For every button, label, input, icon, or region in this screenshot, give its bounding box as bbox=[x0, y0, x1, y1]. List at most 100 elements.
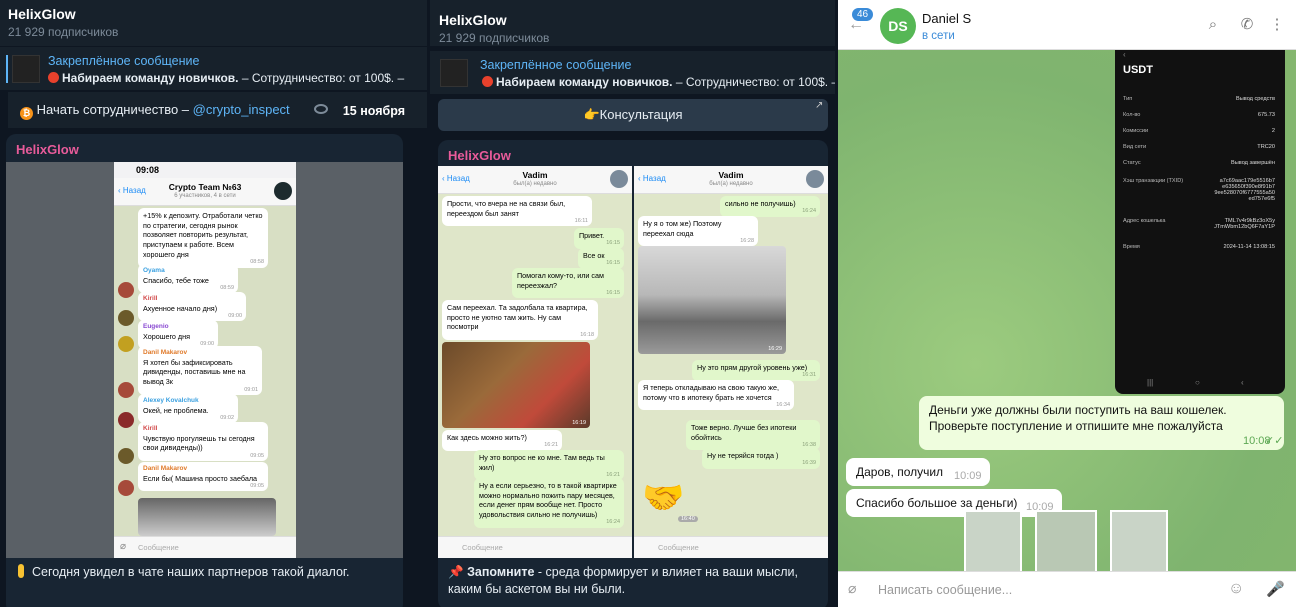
avatar bbox=[118, 448, 134, 464]
cta-link[interactable]: @crypto_inspect bbox=[193, 102, 290, 117]
pinned-text: Набираем команду новичков. – Сотрудничес… bbox=[48, 71, 404, 85]
chat-avatar bbox=[806, 170, 824, 188]
list-item: сильно не получишь) 16:24 bbox=[720, 196, 820, 217]
pinned-text: Набираем команду новичков. – Сотрудничес… bbox=[482, 75, 835, 89]
avatar[interactable]: DS bbox=[880, 8, 916, 44]
contact-name[interactable]: Daniel S bbox=[922, 11, 971, 26]
pinned-title: Закреплённое сообщение bbox=[480, 58, 632, 72]
pinned-title: Закреплённое сообщение bbox=[48, 54, 200, 68]
list-item: Ну а если серьезно, то в такой квартирке… bbox=[474, 478, 624, 528]
avatar bbox=[118, 282, 134, 298]
android-nav: ||| ○ ‹ bbox=[1115, 378, 1285, 388]
post-image[interactable]: 09:08 ‹ Назад Crypto Team №63 6 участник… bbox=[6, 162, 403, 558]
pin-thumbnail bbox=[440, 59, 468, 87]
phone-chat-body: +15% к депозиту. Отработали четко по стр… bbox=[114, 206, 296, 536]
list-item: Помогал кому-то, или сам переезжал? 16:15 bbox=[512, 268, 624, 299]
phone-chat-name: Crypto Team №63 bbox=[168, 182, 242, 192]
avatar bbox=[118, 310, 134, 326]
list-item: Прости, что вчера не на связи был, перее… bbox=[442, 196, 592, 227]
phone-screenshot: 09:08 ‹ Назад Crypto Team №63 6 участник… bbox=[114, 162, 296, 558]
date-pill: 15 ноября bbox=[342, 104, 405, 118]
avatar bbox=[118, 336, 134, 352]
red-circle-icon bbox=[48, 72, 59, 83]
recents-icon: ||| bbox=[1147, 378, 1154, 387]
avatar bbox=[118, 382, 134, 398]
message-incoming: Спасибо большое за деньги) 10:09 bbox=[846, 489, 1062, 517]
pin-thumbnail bbox=[12, 55, 40, 83]
subscriber-count: 21 929 подписчиков bbox=[439, 31, 550, 45]
cta-text: Начать сотрудничество – bbox=[36, 102, 193, 117]
chat-panel: ‹ USDT Тип Вывод средств Кол-во 675.73 Ком… bbox=[838, 0, 1296, 607]
post-caption: 📌 Запомните - среда формирует и влияет н… bbox=[448, 565, 798, 596]
list-item: Danil Makarov Я хотел бы зафиксировать ди… bbox=[138, 346, 262, 395]
more-menu-icon[interactable]: ⋮ bbox=[1268, 16, 1286, 34]
views-icon bbox=[314, 104, 328, 114]
avatar bbox=[118, 480, 134, 496]
contact-status: в сети bbox=[922, 30, 955, 42]
phone-input: Сообщение bbox=[438, 536, 632, 558]
list-item: Все ок 16:15 bbox=[578, 248, 624, 269]
list-item: Ну это прям другой уровень уже) 16:31 bbox=[692, 360, 820, 381]
channel-header[interactable]: HelixGlow 21 929 подписчиков bbox=[430, 0, 835, 46]
phone-call-icon[interactable]: ✆ bbox=[1238, 16, 1256, 34]
bitcoin-icon: ₿ bbox=[20, 107, 33, 120]
back-nav-icon: ‹ bbox=[1241, 378, 1244, 387]
consultation-button[interactable]: 👉Консультация bbox=[438, 99, 828, 131]
handshake-sticker: 🤝 bbox=[642, 479, 685, 517]
candle-icon bbox=[18, 564, 24, 578]
list-item: Как здесь можно жить?) 16:21 bbox=[442, 430, 562, 451]
list-item: Alexey Kovalchuk Окей, не проблема. 09:02 bbox=[138, 394, 238, 424]
chat-avatar bbox=[610, 170, 628, 188]
channel-title: HelixGlow bbox=[8, 6, 76, 22]
chat-header: ← 46 DS Daniel S в сети ⌕ ✆ ⋮ bbox=[838, 0, 1296, 50]
chat-avatar bbox=[274, 182, 292, 200]
pinned-message[interactable]: Закреплённое сообщение Набираем команду … bbox=[430, 50, 835, 94]
phone-screenshot-a: ‹ Назад Vadim был(а) недавно Прости, что… bbox=[438, 166, 632, 558]
pushpin-icon: 📌 bbox=[448, 565, 464, 579]
pinned-message[interactable]: Закреплённое сообщение Набираем команду … bbox=[0, 46, 427, 90]
message-outgoing: Деньги уже должны были поступить на ваш … bbox=[919, 396, 1284, 450]
channel-header[interactable]: HelixGlow 21 929 подписчиков bbox=[0, 0, 427, 46]
message-incoming: Даров, получил 10:09 bbox=[846, 458, 990, 486]
phone-input: Сообщение bbox=[634, 536, 828, 558]
emoji-icon[interactable]: ☺ bbox=[1228, 580, 1244, 598]
post-caption: Сегодня увидел в чате наших партнеров та… bbox=[18, 564, 398, 581]
phone-chat-body: Прости, что вчера не на связи был, перее… bbox=[438, 194, 632, 536]
paperclip-icon: ⌀ bbox=[120, 541, 127, 552]
phone-chat-body: сильно не получишь) 16:24 Ну я о том же) … bbox=[634, 194, 828, 536]
phone-nav: ‹ Назад Vadim был(а) недавно bbox=[634, 166, 828, 194]
post-author: HelixGlow bbox=[16, 142, 79, 157]
channel-panel-1: HelixGlow 21 929 подписчиков Закреплённо… bbox=[0, 0, 427, 607]
microphone-icon[interactable]: 🎤 bbox=[1266, 580, 1285, 598]
list-item: Kirill Чувствую прогуляешь ты сегодня сво… bbox=[138, 422, 268, 462]
room-photo: 16:19 bbox=[442, 342, 590, 428]
post-author: HelixGlow bbox=[448, 148, 511, 163]
phone-time: 09:08 bbox=[136, 165, 160, 175]
red-circle-icon bbox=[482, 76, 493, 87]
list-item: Привет. 16:15 bbox=[574, 228, 624, 249]
receipt-title: USDT bbox=[1123, 64, 1153, 76]
receipt-screenshot: ‹ USDT Тип Вывод средств Кол-во 675.73 Ком… bbox=[1115, 50, 1285, 394]
unread-badge: 46 bbox=[852, 8, 874, 21]
back-icon: ‹ bbox=[1123, 50, 1126, 59]
list-item: Oyama Спасибо, тебе тоже 08:59 bbox=[138, 264, 238, 294]
message-composer: ⌀ Написать сообщение... ☺ 🎤 bbox=[838, 571, 1296, 607]
external-link-icon: ↗ bbox=[815, 100, 824, 111]
search-icon[interactable]: ⌕ bbox=[1204, 16, 1222, 34]
home-icon: ○ bbox=[1195, 378, 1200, 387]
chat-photo bbox=[138, 498, 276, 536]
avatar bbox=[118, 412, 134, 428]
message-input[interactable]: Написать сообщение... bbox=[878, 583, 1012, 597]
list-item: Kirill Ахуенное начало дня) 09:00 bbox=[138, 292, 246, 322]
list-item: Danil Makarov Если бы( Машина просто заеб… bbox=[138, 462, 268, 492]
list-item: Тоже верно. Лучше без ипотеки обойтись 16… bbox=[686, 420, 820, 451]
list-item: +15% к депозиту. Отработали четко по стр… bbox=[138, 208, 268, 268]
channel-panel-2: HelixGlow 21 929 подписчиков Закреплённо… bbox=[430, 0, 835, 607]
phone-nav: ‹ Назад Vadim был(а) недавно bbox=[438, 166, 632, 194]
list-item: Сам переехал. Та задолбала та квартира, … bbox=[442, 300, 598, 341]
list-item: Я теперь откладываю на свою такую же, по… bbox=[638, 380, 794, 411]
channel-post: HelixGlow ‹ Назад Vadim был(а) недавно П… bbox=[438, 140, 828, 607]
phone-screenshot-b: ‹ Назад Vadim был(а) недавно сильно не п… bbox=[634, 166, 828, 558]
attach-icon[interactable]: ⌀ bbox=[848, 580, 856, 597]
list-item: Ну не теряйся тогда ) 16:39 bbox=[702, 448, 820, 469]
